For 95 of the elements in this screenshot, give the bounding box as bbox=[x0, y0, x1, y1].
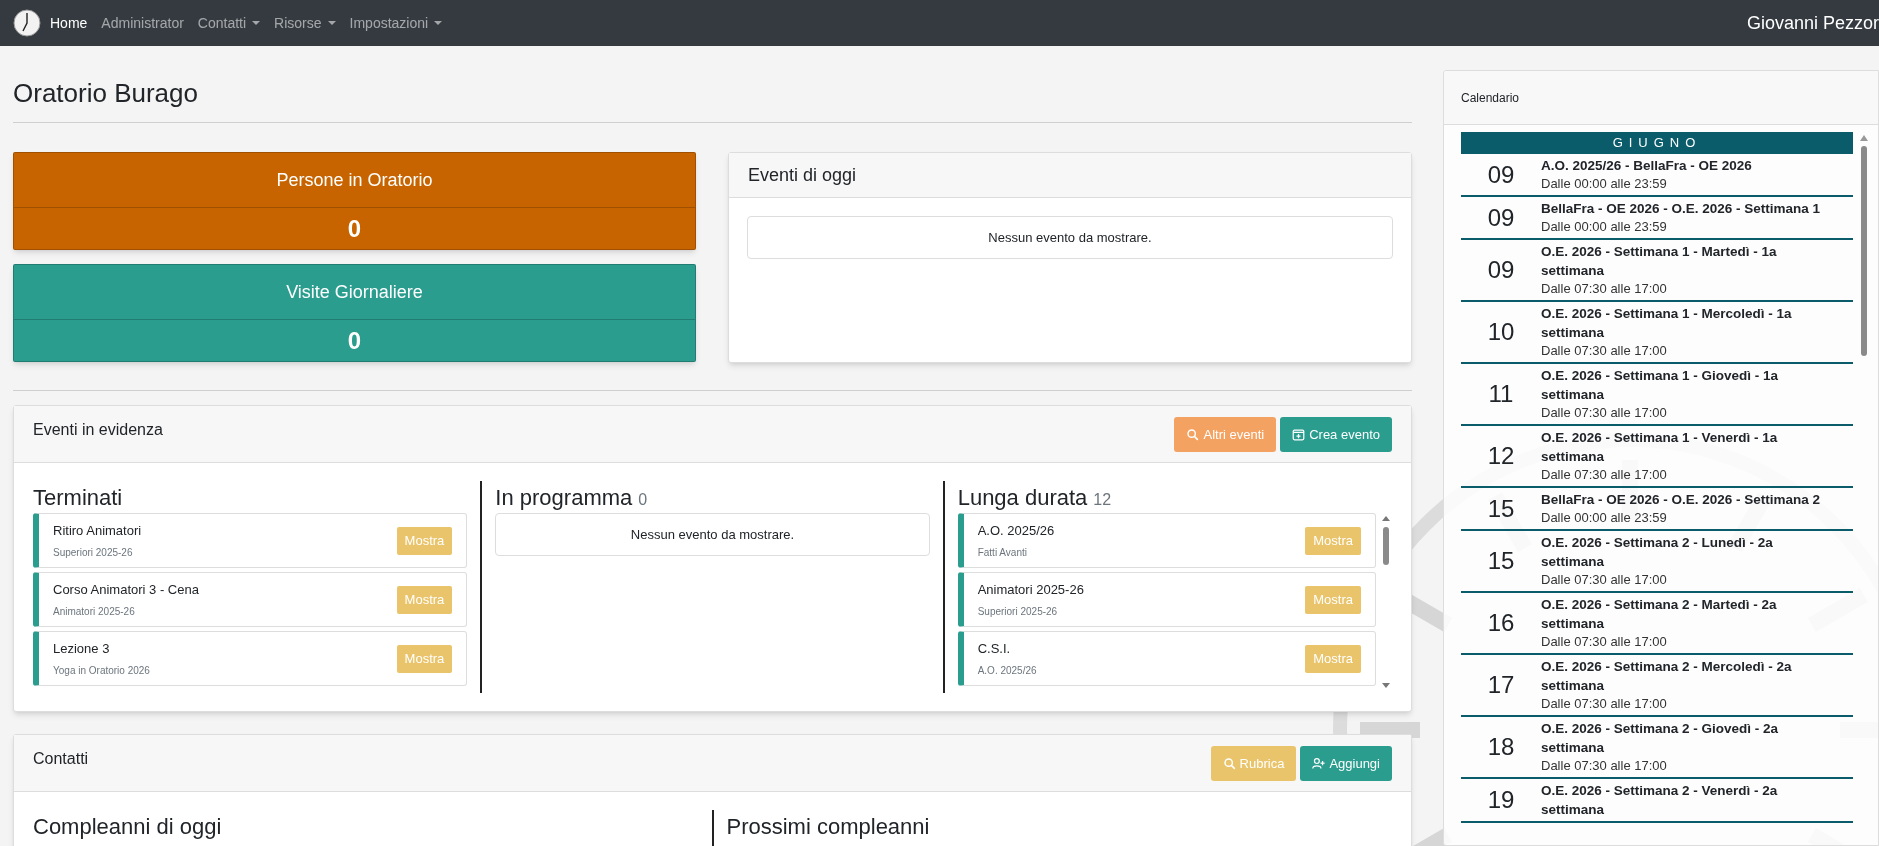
event-subtitle: Superiori 2025-26 bbox=[977, 604, 1059, 619]
user-plus-icon bbox=[1312, 757, 1326, 770]
event-title: A.O. 2025/26 - BellaFra - OE 2026 bbox=[1541, 157, 1753, 175]
calendar-entry[interactable]: 12 O.E. 2026 - Settimana 1 - Venerdì - 1a settimana Dalle 07:30 alle 17:00 bbox=[1461, 426, 1853, 488]
calendar-entry[interactable]: 18 O.E. 2026 - Settimana 2 - Giovedì - 2a settimana Dalle 07:30 alle 17:00 bbox=[1461, 717, 1853, 779]
event-title: BellaFra - OE 2026 - O.E. 2026 - Settimana 2 bbox=[1541, 491, 1822, 509]
day-number: 09 bbox=[1487, 159, 1515, 190]
nav-link[interactable]: Contatti bbox=[197, 12, 261, 34]
card-title: Contatti bbox=[33, 749, 89, 769]
event-time: Dalle 07:30 alle 17:00 bbox=[1541, 571, 1668, 589]
event-time: Dalle 07:30 alle 17:00 bbox=[1541, 695, 1668, 713]
event-title: O.E. 2026 - Settimana 2 - Lunedì - 2a settimana bbox=[1541, 534, 1774, 571]
event-title: O.E. 2026 - Settimana 1 - Mercoledì - 1a settimana bbox=[1541, 305, 1793, 342]
count-label: 0 bbox=[638, 490, 648, 510]
empty-message: Nessun evento da mostrare. bbox=[495, 513, 930, 556]
event-title: O.E. 2026 - Settimana 1 - Martedì - 1a settimana bbox=[1541, 243, 1778, 280]
event-title: Lezione 3 bbox=[53, 640, 111, 659]
search-icon bbox=[1186, 428, 1200, 441]
user-name[interactable]: Giovanni Pezzor bbox=[1746, 9, 1879, 37]
column-title: Prossimi compleanni bbox=[726, 814, 930, 839]
event-title: O.E. 2026 - Settimana 1 - Venerdì - 1a settimana bbox=[1541, 429, 1779, 466]
calendar-entry[interactable]: 09 A.O. 2025/26 - BellaFra - OE 2026 Dalle 00:00 alle 23:59 bbox=[1461, 154, 1853, 197]
column-title: Lunga durata bbox=[957, 484, 1088, 512]
stat-value: 0 bbox=[347, 325, 362, 356]
event-title: Ritiro Animatori bbox=[53, 522, 142, 541]
event-item[interactable]: Ritiro Animatori Superiori 2025-26 Mostra bbox=[33, 513, 468, 568]
event-title: Animatori 2025-26 bbox=[977, 581, 1084, 600]
day-number: 16 bbox=[1487, 608, 1515, 638]
day-number: 09 bbox=[1487, 202, 1515, 233]
nav-link[interactable]: Home bbox=[50, 12, 88, 34]
event-subtitle: Superiori 2025-26 bbox=[53, 545, 134, 560]
stat-label: Persone in Oratorio bbox=[276, 168, 433, 192]
day-number: 10 bbox=[1487, 317, 1515, 347]
day-number: 18 bbox=[1487, 732, 1515, 762]
event-item[interactable]: A.O. 2025/26 Fatti Avanti Mostra bbox=[957, 513, 1376, 568]
day-number: 09 bbox=[1487, 255, 1515, 285]
event-time: Dalle 00:00 alle 23:59 bbox=[1541, 218, 1668, 236]
page-title: Oratorio Burago bbox=[13, 78, 199, 108]
event-title: O.E. 2026 - Settimana 2 - Giovedì - 2a settimana bbox=[1541, 720, 1780, 757]
column-title: Terminati bbox=[33, 484, 123, 512]
day-number: 19 bbox=[1487, 785, 1515, 815]
event-title: O.E. 2026 - Settimana 2 - Mercoledì - 2a settimana bbox=[1541, 658, 1793, 695]
event-time: Dalle 07:30 alle 17:00 bbox=[1541, 342, 1668, 360]
empty-message: Nessun evento da mostrare. bbox=[747, 216, 1393, 259]
calendar-entry[interactable]: 09 BellaFra - OE 2026 - O.E. 2026 - Settimana 1 Dalle 00:00 alle 23:59 bbox=[1461, 197, 1853, 240]
stat-label: Visite Giornaliere bbox=[286, 280, 423, 304]
event-time: Dalle 07:30 alle 17:00 bbox=[1541, 404, 1668, 422]
nav-link[interactable]: Impostazioni bbox=[349, 12, 443, 34]
month-header: GIUGNO bbox=[1461, 132, 1853, 154]
stat-value: 0 bbox=[347, 213, 362, 244]
event-subtitle: Fatti Avanti bbox=[977, 545, 1028, 560]
event-time: Dalle 07:30 alle 17:00 bbox=[1541, 757, 1668, 775]
event-item[interactable]: Corso Animatori 3 - Cena Animatori 2025-26 Mostra bbox=[33, 572, 468, 627]
event-subtitle: Animatori 2025-26 bbox=[53, 604, 136, 619]
event-time: Dalle 07:30 alle 17:00 bbox=[1541, 633, 1668, 651]
search-icon bbox=[1222, 757, 1236, 770]
clock-logo-icon[interactable] bbox=[13, 9, 41, 37]
calendar-entry[interactable]: 16 O.E. 2026 - Settimana 2 - Martedì - 2a settimana Dalle 07:30 alle 17:00 bbox=[1461, 593, 1853, 655]
event-subtitle: A.O. 2025/26 bbox=[977, 663, 1037, 678]
calendar-entry[interactable]: 17 O.E. 2026 - Settimana 2 - Mercoledì - 2a settimana Dalle 07:30 alle 17:00 bbox=[1461, 655, 1853, 717]
day-number: 11 bbox=[1488, 379, 1514, 409]
event-title: A.O. 2025/26 bbox=[977, 522, 1055, 541]
calendar-entry[interactable]: 09 O.E. 2026 - Settimana 1 - Martedì - 1a settimana Dalle 07:30 alle 17:00 bbox=[1461, 240, 1853, 302]
calendar-entry[interactable]: 15 O.E. 2026 - Settimana 2 - Lunedì - 2a settimana Dalle 07:30 alle 17:00 bbox=[1461, 531, 1853, 593]
calendar-entry[interactable]: 10 O.E. 2026 - Settimana 1 - Mercoledì - 1a settimana Dalle 07:30 alle 17:00 bbox=[1461, 302, 1853, 364]
event-subtitle: Yoga in Oratorio 2026 bbox=[53, 663, 150, 678]
card-title: Calendario bbox=[1461, 89, 1520, 107]
card-title: Eventi di oggi bbox=[748, 163, 857, 187]
column-title: In programma bbox=[495, 484, 633, 512]
event-title: O.E. 2026 - Settimana 1 - Giovedì - 1a settimana bbox=[1541, 367, 1780, 404]
event-title: O.E. 2026 - Settimana 2 - Venerdì - 2a settimana bbox=[1541, 782, 1779, 819]
event-time: Dalle 07:30 alle 17:00 bbox=[1541, 280, 1668, 298]
event-time: Dalle 00:00 alle 23:59 bbox=[1541, 175, 1668, 193]
event-title: BellaFra - OE 2026 - O.E. 2026 - Settimana 1 bbox=[1541, 200, 1822, 218]
event-title: C.S.I. bbox=[977, 640, 1012, 659]
event-title: Corso Animatori 3 - Cena bbox=[53, 581, 199, 600]
nav-link[interactable]: Administrator bbox=[101, 12, 184, 34]
calendar-entry[interactable]: 15 BellaFra - OE 2026 - O.E. 2026 - Settimana 2 Dalle 00:00 alle 23:59 bbox=[1461, 488, 1853, 531]
calendar-plus-icon bbox=[1292, 428, 1306, 441]
event-title: O.E. 2026 - Settimana 2 - Martedì - 2a settimana bbox=[1541, 596, 1778, 633]
event-item[interactable]: Animatori 2025-26 Superiori 2025-26 Mostra bbox=[957, 572, 1376, 627]
event-time: Dalle 07:30 alle 17:00 bbox=[1541, 466, 1668, 484]
column-title: Compleanni di oggi bbox=[33, 814, 222, 839]
calendar-entry[interactable]: 11 O.E. 2026 - Settimana 1 - Giovedì - 1a settimana Dalle 07:30 alle 17:00 bbox=[1461, 364, 1853, 426]
day-number: 17 bbox=[1487, 670, 1515, 700]
event-item[interactable]: Lezione 3 Yoga in Oratorio 2026 Mostra bbox=[33, 631, 468, 686]
count-label: 12 bbox=[1093, 490, 1112, 510]
calendar-entry[interactable]: 19 O.E. 2026 - Settimana 2 - Venerdì - 2a settimana bbox=[1461, 779, 1853, 823]
event-item[interactable]: C.S.I. A.O. 2025/26 Mostra bbox=[957, 631, 1376, 686]
event-time: Dalle 00:00 alle 23:59 bbox=[1541, 509, 1668, 527]
day-number: 15 bbox=[1487, 546, 1515, 576]
day-number: 15 bbox=[1487, 493, 1515, 524]
nav-link[interactable]: Risorse bbox=[274, 12, 336, 34]
card-title: Eventi in evidenza bbox=[33, 420, 163, 440]
day-number: 12 bbox=[1487, 441, 1515, 471]
